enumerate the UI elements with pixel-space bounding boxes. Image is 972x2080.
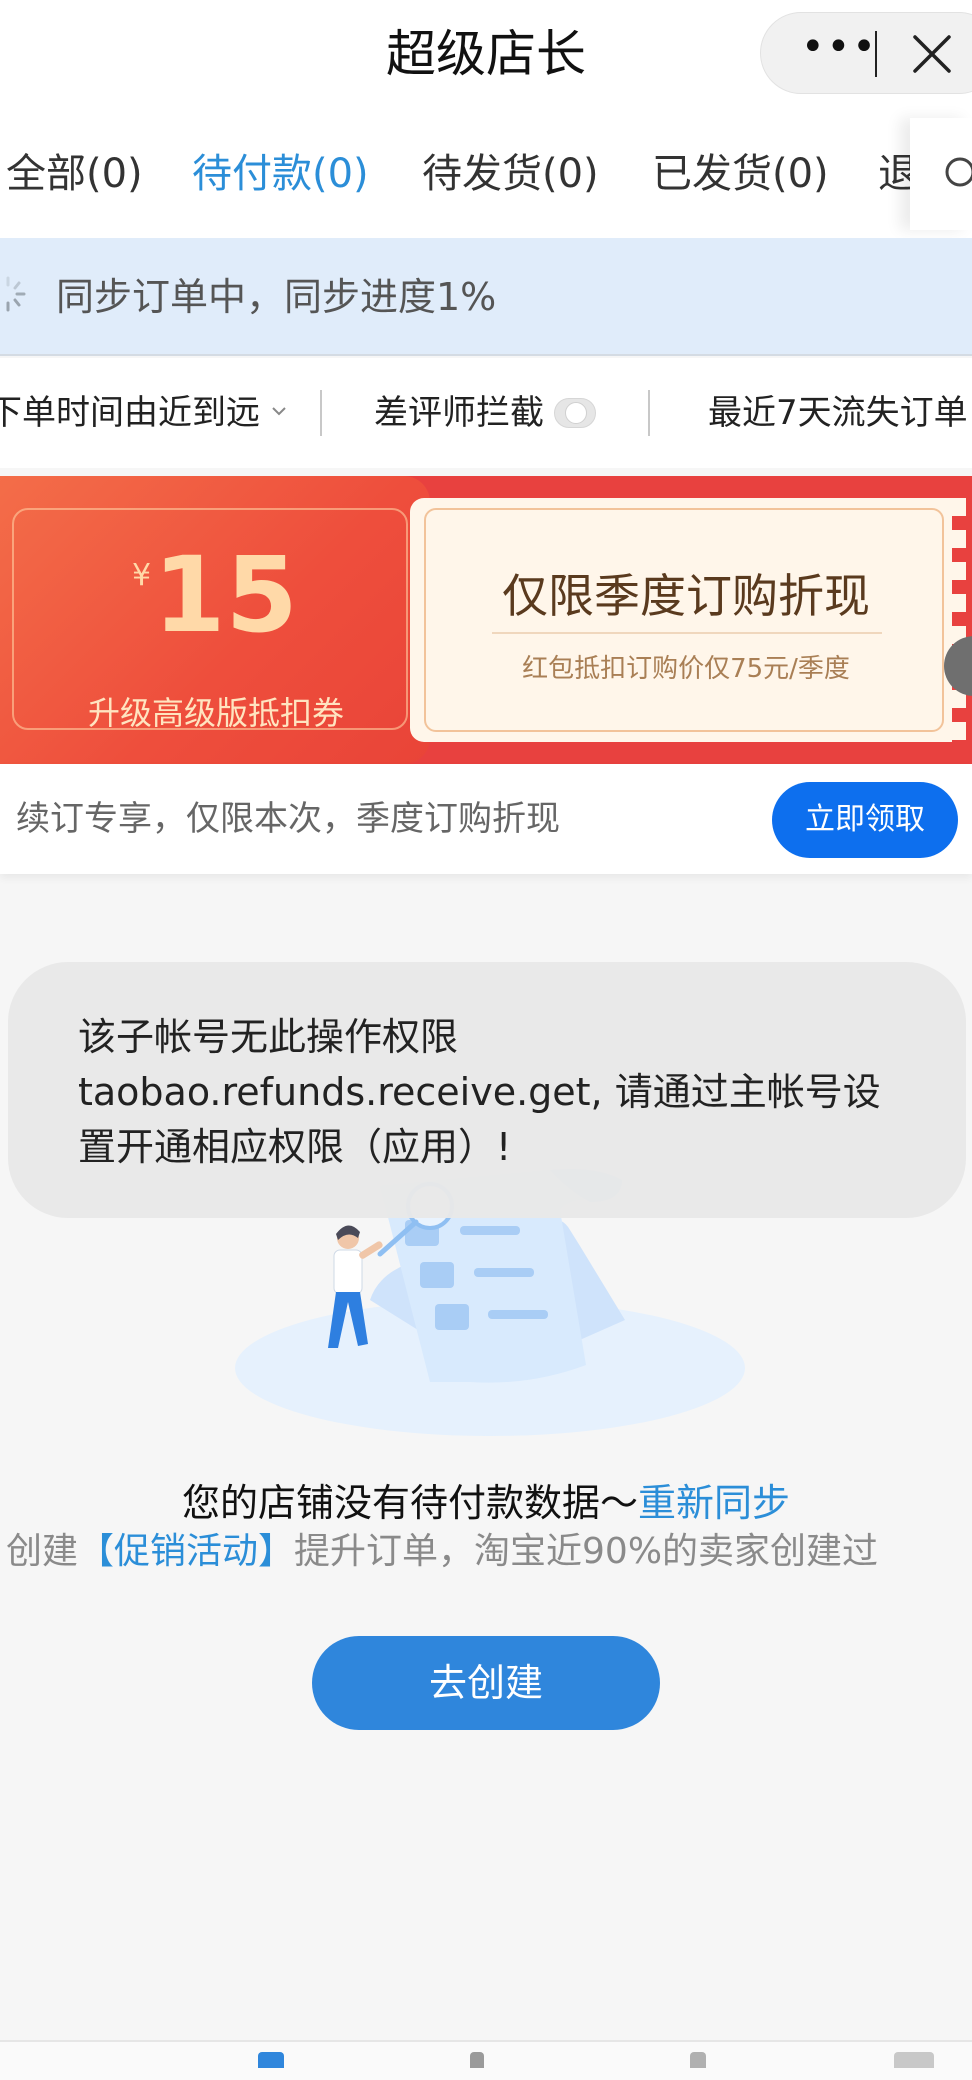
- sync-status-bar: 同步订单中，同步进度1%: [0, 238, 972, 356]
- create-button[interactable]: 去创建: [312, 1636, 660, 1730]
- search-icon[interactable]: [942, 154, 972, 194]
- coupon-amount: ¥15: [132, 530, 298, 660]
- empty-state-message: 您的店铺没有待付款数据～重新同步: [0, 1472, 972, 1527]
- promotion-activity-link[interactable]: 【促销活动】: [78, 1531, 294, 1572]
- sort-dropdown[interactable]: 下单时间由近到远: [0, 358, 288, 468]
- bad-review-toggle[interactable]: [554, 398, 596, 428]
- mini-program-capsule: •••: [760, 12, 972, 94]
- app-root: 超级店长 ••• 全部(0) 待付款(0) 待发货(0) 已发货(0) 退 同步…: [0, 0, 972, 2080]
- sort-dropdown-label: 下单时间由近到远: [0, 393, 260, 433]
- coupon-divider: [492, 632, 882, 634]
- tab-pending-shipment[interactable]: 待发货(0): [422, 110, 599, 238]
- nav-tab-icon[interactable]: [690, 2052, 706, 2068]
- promotion-hint: 创建【促销活动】提升订单，淘宝近90%的卖家创建过: [6, 1522, 878, 1574]
- bad-review-filter-label: 差评师拦截: [374, 393, 544, 433]
- permission-toast: 该子帐号无此操作权限 taobao.refunds.receive.get, 请…: [8, 962, 966, 1218]
- coupon-notched-edge: [952, 498, 966, 742]
- promotion-hint-prefix: 创建: [6, 1531, 79, 1572]
- toast-line: 该子帐号无此操作权限: [78, 1015, 459, 1059]
- promo-footer: 续订专享，仅限本次，季度订购折现 立即领取: [0, 764, 972, 874]
- toast-message: 该子帐号无此操作权限 taobao.refunds.receive.get, 请…: [78, 1010, 918, 1175]
- coupon-left-border: ¥15 升级高级版抵扣券: [12, 508, 408, 732]
- promotion-hint-suffix: 提升订单，淘宝近90%的卖家创建过: [294, 1531, 879, 1572]
- filter-divider: [648, 390, 650, 436]
- currency-symbol: ¥: [132, 558, 152, 593]
- nav-tab-icon[interactable]: [258, 2052, 284, 2068]
- chevron-down-icon: [272, 407, 286, 416]
- coupon-right-panel: 仅限季度订购折现 红包抵扣订购价仅75元/季度: [410, 498, 966, 742]
- coupon-left-panel: ¥15 升级高级版抵扣券: [0, 476, 430, 764]
- resync-link[interactable]: 重新同步: [638, 1481, 790, 1525]
- coupon-right-border: 仅限季度订购折现 红包抵扣订购价仅75元/季度: [424, 508, 944, 732]
- capsule-divider: [875, 31, 877, 77]
- loading-spinner-icon: [6, 276, 26, 312]
- coupon-subtitle: 红包抵扣订购价仅75元/季度: [522, 654, 850, 684]
- nav-tab-icon[interactable]: [470, 2052, 484, 2068]
- tab-pending-payment[interactable]: 待付款(0): [192, 110, 369, 238]
- bottom-nav-bar: [0, 2040, 972, 2080]
- nav-tab-icon[interactable]: [894, 2052, 934, 2068]
- toast-line: 置开通相应权限（应用）!: [78, 1125, 512, 1169]
- toggle-knob: [565, 402, 587, 424]
- tab-shipped[interactable]: 已发货(0): [652, 110, 829, 238]
- claim-now-button[interactable]: 立即领取: [772, 782, 958, 858]
- coupon-amount-value: 15: [153, 534, 298, 656]
- close-icon[interactable]: [907, 29, 957, 79]
- promo-footer-text: 续订专享，仅限本次，季度订购折现: [16, 799, 560, 839]
- header: 超级店长 •••: [0, 0, 972, 110]
- coupon-title: 仅限季度订购折现: [502, 569, 870, 623]
- order-status-tabs: 全部(0) 待付款(0) 待发货(0) 已发货(0) 退: [0, 110, 972, 238]
- promo-banner[interactable]: ¥15 升级高级版抵扣券 仅限季度订购折现 红包抵扣订购价仅75元/季度: [0, 476, 972, 764]
- lost-orders-filter[interactable]: 最近7天流失订单: [708, 358, 968, 468]
- tab-all[interactable]: 全部(0): [6, 110, 143, 238]
- coupon-name: 升级高级版抵扣券: [88, 694, 345, 732]
- empty-message-text: 您的店铺没有待付款数据～: [181, 1481, 638, 1525]
- toast-line: taobao.refunds.receive.get, 请通过主帐号设: [78, 1070, 881, 1114]
- sync-progress-text: 同步订单中，同步进度1%: [56, 275, 497, 319]
- more-button[interactable]: •••: [801, 27, 881, 71]
- filter-row: 下单时间由近到远 差评师拦截 最近7天流失订单: [0, 358, 972, 468]
- filter-divider: [320, 390, 322, 436]
